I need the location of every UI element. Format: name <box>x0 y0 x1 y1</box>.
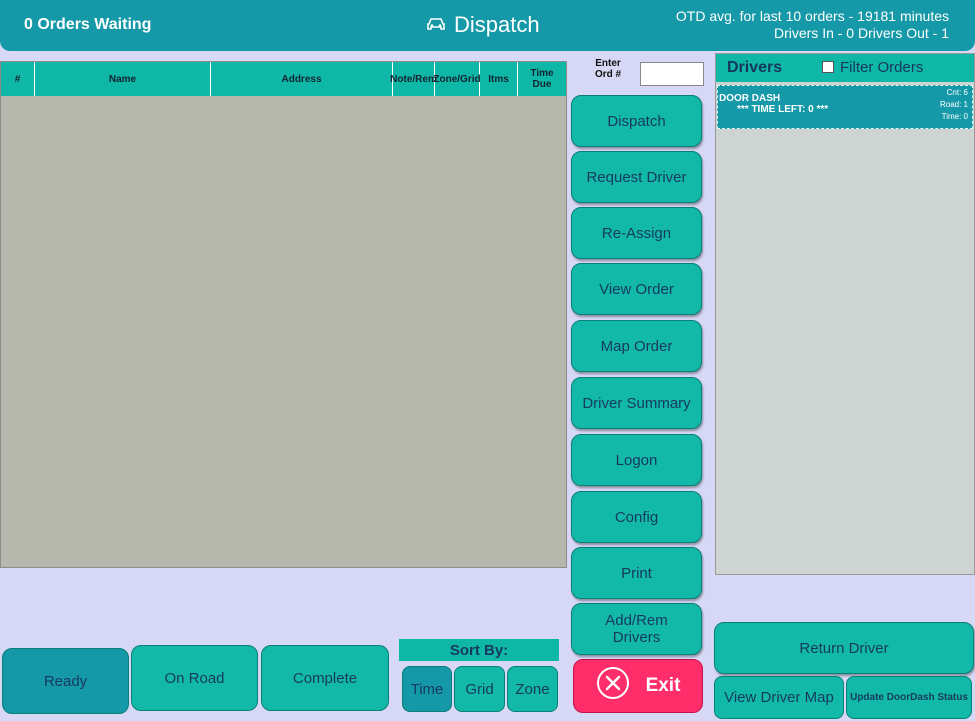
driver-list-item[interactable]: DOOR DASH *** TIME LEFT: 0 *** Cnt: 6 Ro… <box>717 85 973 129</box>
exit-button[interactable]: Exit <box>573 659 703 713</box>
update-doordash-status-button[interactable]: Update DoorDash Status <box>846 676 972 719</box>
exit-label: Exit <box>645 675 681 696</box>
column-header-time-due[interactable]: Time Due <box>518 62 566 96</box>
orders-table[interactable]: # Name Address Note/Rem Zone/Grid Itms T… <box>0 61 567 568</box>
orders-table-header: # Name Address Note/Rem Zone/Grid Itms T… <box>1 62 566 96</box>
close-circle-icon <box>596 666 630 706</box>
column-header-items[interactable]: Itms <box>480 62 518 96</box>
driver-road: Road: 1 <box>939 100 968 109</box>
column-header-zone[interactable]: Zone/Grid <box>433 62 481 96</box>
drivers-title: Drivers <box>727 59 783 76</box>
drivers-header: Drivers Filter Orders <box>716 54 974 82</box>
orders-waiting-count: 0 Orders Waiting <box>24 16 152 33</box>
print-button[interactable]: Print <box>571 547 702 599</box>
filter-orders-checkbox[interactable] <box>822 61 834 73</box>
view-driver-map-button[interactable]: View Driver Map <box>714 676 844 719</box>
column-header-number[interactable]: # <box>1 62 35 96</box>
request-driver-button[interactable]: Request Driver <box>571 151 702 203</box>
driver-stats: Cnt: 6 Road: 1 Time: 0 <box>940 87 968 123</box>
tab-on-road[interactable]: On Road <box>131 645 258 711</box>
dispatch-button[interactable]: Dispatch <box>571 95 702 147</box>
car-icon <box>426 12 446 38</box>
column-header-note[interactable]: Note/Rem <box>390 62 437 96</box>
otd-summary: OTD avg. for last 10 orders - 19181 minu… <box>676 8 949 42</box>
column-header-name[interactable]: Name <box>35 62 211 96</box>
sort-time-button[interactable]: Time <box>402 666 452 712</box>
logon-button[interactable]: Logon <box>571 434 702 486</box>
driver-count: Cnt: 6 <box>946 88 968 97</box>
driver-time: Time: 0 <box>941 112 968 121</box>
sort-zone-button[interactable]: Zone <box>507 666 558 712</box>
config-button[interactable]: Config <box>571 491 702 543</box>
page-title: Dispatch <box>454 12 540 37</box>
sort-grid-button[interactable]: Grid <box>454 666 505 712</box>
view-order-button[interactable]: View Order <box>571 263 702 315</box>
header-bar: 0 Orders Waiting Dispatch OTD avg. for l… <box>0 0 975 51</box>
return-driver-button[interactable]: Return Driver <box>714 622 974 674</box>
re-assign-button[interactable]: Re-Assign <box>571 207 702 259</box>
column-header-address[interactable]: Address <box>211 62 393 96</box>
drivers-panel[interactable]: Drivers Filter Orders DOOR DASH *** TIME… <box>715 53 975 575</box>
driver-summary-button[interactable]: Driver Summary <box>571 377 702 429</box>
sort-by-label: Sort By: <box>399 639 559 661</box>
page-title-group: Dispatch <box>426 12 540 38</box>
order-number-label: Enter Ord # <box>594 58 622 80</box>
map-order-button[interactable]: Map Order <box>571 320 702 372</box>
tab-complete[interactable]: Complete <box>261 645 389 711</box>
driver-name: DOOR DASH <box>719 93 781 104</box>
filter-orders-label[interactable]: Filter Orders <box>840 59 923 76</box>
drivers-in-out: Drivers In - 0 Drivers Out - 1 <box>773 25 949 41</box>
driver-time-left: *** TIME LEFT: 0 *** <box>737 104 829 115</box>
otd-average: OTD avg. for last 10 orders - 19181 minu… <box>675 8 949 24</box>
add-remove-drivers-button[interactable]: Add/Rem Drivers <box>571 603 702 655</box>
tab-ready[interactable]: Ready <box>2 648 129 714</box>
order-number-input[interactable] <box>640 62 704 86</box>
